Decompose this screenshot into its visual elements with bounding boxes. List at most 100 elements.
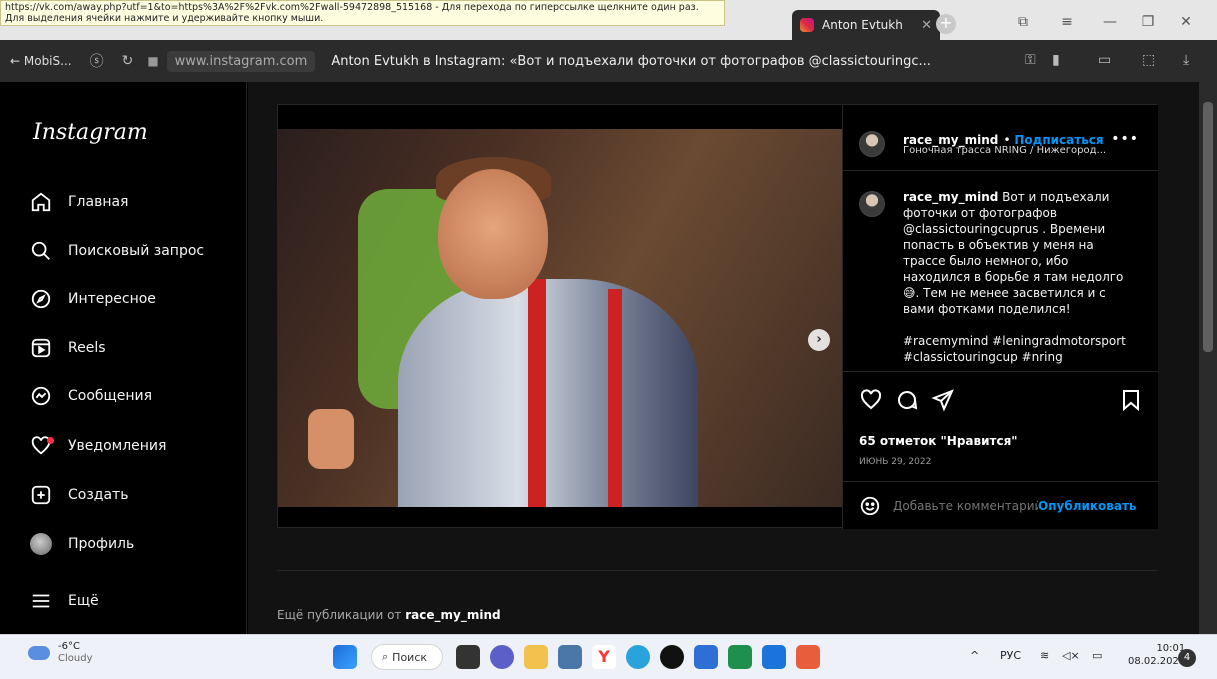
input-language[interactable]: РУС <box>1000 649 1021 662</box>
post-location[interactable]: Гоночная трасса NRING / Нижегород... <box>903 145 1106 156</box>
post-author-avatar[interactable] <box>859 131 885 157</box>
wifi-icon[interactable]: ≋ <box>1040 649 1049 662</box>
nav-reels[interactable]: Reels <box>30 334 106 362</box>
clock-time: 10:01 <box>1156 643 1186 654</box>
page-scrollbar[interactable] <box>1199 82 1217 634</box>
teams-chat-icon[interactable] <box>490 645 514 669</box>
new-tab-button[interactable]: + <box>936 14 956 34</box>
tabs-icon[interactable]: ⧉ <box>1013 12 1033 32</box>
comment-bar: Опубликовать <box>843 481 1159 529</box>
nav-explore-label: Интересное <box>68 291 156 307</box>
spreadsheet-app-icon[interactable] <box>728 645 752 669</box>
more-options-icon[interactable]: ••• <box>1111 131 1139 147</box>
bookmark-save-icon[interactable] <box>1119 388 1143 412</box>
reload-icon[interactable]: ↻ <box>122 53 134 69</box>
nav-search-label: Поисковый запрос <box>68 243 205 259</box>
windows-start-icon[interactable] <box>333 645 357 669</box>
battery-icon[interactable]: ▭ <box>1092 649 1102 662</box>
instagram-sidebar: Instagram Главная Поисковый запрос Интер… <box>0 82 247 634</box>
browser-tab[interactable]: Anton Evtukh ✕ <box>792 10 940 40</box>
search-icon <box>30 240 52 262</box>
emoji-icon[interactable] <box>859 495 881 517</box>
tiktok-icon[interactable] <box>660 645 684 669</box>
compass-icon <box>30 288 52 310</box>
taskbar-search[interactable]: ⌕ Поиск <box>371 644 443 670</box>
nav-profile[interactable]: Профиль <box>30 530 134 558</box>
next-photo-button[interactable]: › <box>808 329 830 351</box>
browser-menu-icon[interactable]: ≡ <box>1057 12 1077 32</box>
download-icon[interactable]: ⤓ <box>1183 52 1189 68</box>
yandex-browser-icon[interactable]: Y <box>592 645 616 669</box>
bookmark-icon[interactable]: ▮ <box>1052 52 1060 68</box>
task-view-icon[interactable] <box>456 645 480 669</box>
scrollbar-thumb[interactable] <box>1203 102 1213 352</box>
chevron-up-icon[interactable]: ^ <box>970 649 979 662</box>
instagram-logo[interactable]: Instagram <box>33 120 148 145</box>
extensions-icon[interactable]: ⬚ <box>1142 52 1155 68</box>
volume-icon[interactable]: ◁× <box>1062 649 1080 662</box>
cloud-icon <box>28 646 50 660</box>
security-app-icon[interactable] <box>694 645 718 669</box>
tooltip-line-1: https://vk.com/away.php?utf=1&to=https%3… <box>5 2 699 13</box>
heart-icon <box>30 435 54 457</box>
weather-widget[interactable]: -6°C Cloudy <box>28 641 92 665</box>
search-icon: ⌕ <box>382 650 389 663</box>
document-app-icon[interactable] <box>762 645 786 669</box>
nav-messages-label: Сообщения <box>68 388 153 404</box>
comment-icon[interactable] <box>895 388 919 412</box>
presentation-app-icon[interactable] <box>796 645 820 669</box>
back-button[interactable]: ← MobiS... <box>10 54 72 68</box>
publish-button[interactable]: Опубликовать <box>1038 499 1137 513</box>
url-domain[interactable]: www.instagram.com <box>166 50 316 72</box>
url-field[interactable]: ■ www.instagram.com <box>147 50 316 72</box>
nav-messages[interactable]: Сообщения <box>30 382 152 410</box>
notification-dot <box>47 437 54 444</box>
nav-home-label: Главная <box>68 194 129 210</box>
vk-icon[interactable] <box>558 645 582 669</box>
close-tab-icon[interactable]: ✕ <box>921 18 932 33</box>
caption-author-avatar[interactable] <box>859 191 885 217</box>
windows-taskbar: -6°C Cloudy ⌕ Поиск Y ^ РУС ≋ ◁× ▭ 10:01… <box>0 634 1217 679</box>
post-sidebar: race_my_mind • Подписаться Гоночная трас… <box>842 105 1159 529</box>
instagram-favicon-icon <box>800 18 814 32</box>
minimize-button[interactable]: — <box>1100 12 1120 32</box>
notification-center-badge[interactable]: 4 <box>1178 649 1196 667</box>
post-date: ИЮНЬ 29, 2022 <box>859 457 932 467</box>
share-icon[interactable] <box>931 388 955 412</box>
telegram-icon[interactable] <box>626 645 650 669</box>
protect-icon[interactable]: ⓢ <box>90 51 104 71</box>
post-header: race_my_mind • Подписаться Гоночная трас… <box>843 105 1159 171</box>
post-card: › race_my_mind • Подписаться Гоночная тр… <box>277 104 1159 529</box>
weather-condition: Cloudy <box>58 653 93 664</box>
post-caption: race_my_mind Вот и подъехали фоточки от … <box>903 189 1139 371</box>
maximize-button[interactable]: ❐ <box>1138 12 1158 32</box>
nav-search[interactable]: Поисковый запрос <box>30 237 204 265</box>
more-posts-heading: Ещё публикации от race_my_mind <box>277 608 501 622</box>
nav-home[interactable]: Главная <box>30 188 128 216</box>
close-window-button[interactable]: ✕ <box>1176 12 1196 32</box>
nav-explore[interactable]: Интересное <box>30 285 156 313</box>
post-photo[interactable]: › <box>278 129 842 507</box>
key-icon[interactable]: ⚿ <box>1025 52 1036 68</box>
file-explorer-icon[interactable] <box>524 645 548 669</box>
more-posts-prefix: Ещё публикации от <box>277 608 402 622</box>
page-title: Anton Evtukh в Instagram: «Вот и подъеха… <box>331 53 931 69</box>
like-count[interactable]: 65 отметок "Нравится" <box>859 434 1018 448</box>
tooltip-line-2: Для выделения ячейки нажмите и удерживай… <box>5 13 324 24</box>
caption-text: Вот и подъехали фоточки от фотографов @c… <box>903 190 1124 316</box>
system-clock[interactable]: 10:01 08.02.2023 <box>1128 642 1185 668</box>
caption-hashtags[interactable]: #racemymind #leningradmotorsport #classi… <box>903 334 1126 364</box>
caption-username[interactable]: race_my_mind <box>903 190 998 204</box>
more-posts-username[interactable]: race_my_mind <box>405 608 500 622</box>
comment-input[interactable] <box>893 498 1038 513</box>
reels-icon <box>30 337 52 359</box>
nav-create[interactable]: Создать <box>30 481 128 509</box>
nav-notifications[interactable]: Уведомления <box>30 432 166 460</box>
browser-tab-bar: https://vk.com/away.php?utf=1&to=https%3… <box>0 0 1217 40</box>
post-actions: 65 отметок "Нравится" ИЮНЬ 29, 2022 <box>843 371 1159 481</box>
clock-date: 08.02.2023 <box>1128 656 1186 667</box>
like-heart-icon[interactable] <box>859 388 883 412</box>
nav-more[interactable]: Ещё <box>30 587 99 615</box>
battery-saver-icon[interactable]: ▭ <box>1098 52 1111 68</box>
nav-more-label: Ещё <box>68 593 99 609</box>
